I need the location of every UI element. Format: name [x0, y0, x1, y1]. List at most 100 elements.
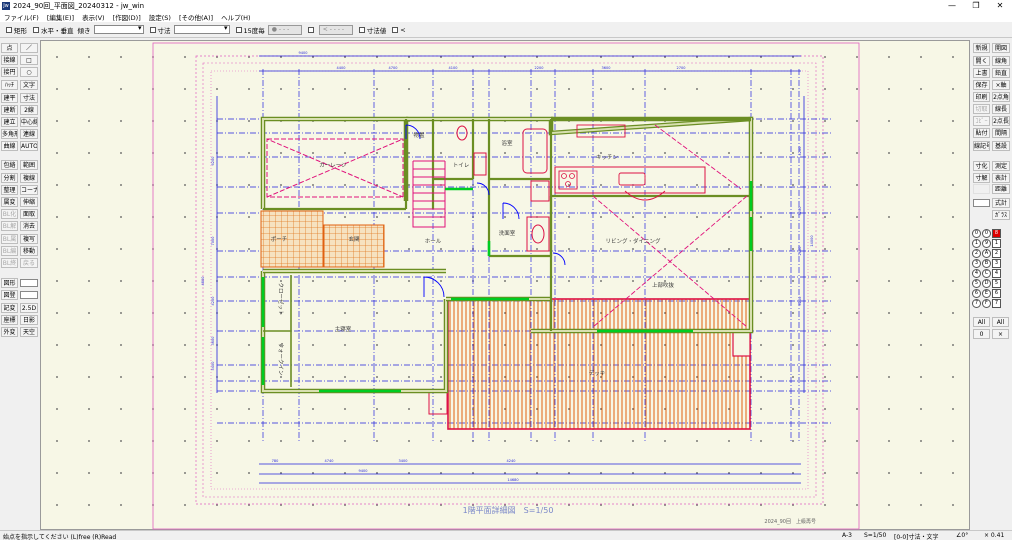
left-tool-3-a[interactable]: ﾊｯﾁ	[1, 80, 18, 90]
layer-button-7-1[interactable]: F	[982, 299, 991, 308]
left-tool-21-b[interactable]: 日影	[20, 315, 38, 325]
layer-button-3-2[interactable]: 3	[992, 259, 1001, 268]
right-tool-1-a[interactable]: 開く	[973, 56, 990, 66]
dim-checkbox[interactable]: 寸法	[149, 25, 171, 35]
left-tool-19-a[interactable]: 図登	[1, 290, 18, 300]
left-tool-8-b[interactable]: AUTO	[20, 141, 38, 151]
left-tool-5-b[interactable]: 2線	[20, 105, 38, 115]
minimize-button[interactable]: —	[940, 0, 964, 11]
left-tool-20-b[interactable]: 2.5D	[20, 303, 38, 313]
right-tool-9-a[interactable]: 寸化	[973, 161, 990, 171]
right-tool-4-b[interactable]: 2点角	[992, 92, 1010, 102]
paper-size[interactable]: A-3	[842, 532, 852, 539]
left-tool-4-a[interactable]: 建平	[1, 93, 18, 103]
left-tool-1-a[interactable]: 接線	[1, 55, 18, 65]
layer-button-6-2[interactable]: 6	[992, 289, 1001, 298]
right-tool-12-b[interactable]: 式計	[992, 198, 1010, 208]
arrow-type-button[interactable]: < - - - -	[318, 24, 353, 35]
dimval-checkbox[interactable]: 寸法値	[358, 25, 386, 35]
right-tool-3-b[interactable]: ×軸	[992, 80, 1010, 90]
left-tool-16-a[interactable]: BL編	[1, 246, 18, 256]
right-tool-11-a[interactable]	[973, 184, 990, 194]
left-tool-6-a[interactable]: 建立	[1, 117, 18, 127]
right-tool-0-a[interactable]: 新規	[973, 43, 990, 53]
left-tool-13-a[interactable]: BL化	[1, 209, 18, 219]
layer-x-button[interactable]: ×	[992, 329, 1009, 339]
left-tool-3-b[interactable]: 文字	[20, 80, 38, 90]
right-tool-1-b[interactable]: 線角	[992, 56, 1010, 66]
left-tool-15-a[interactable]: BL属	[1, 234, 18, 244]
layer-button-0-0[interactable]: 0	[972, 229, 981, 238]
menu-settings[interactable]: 設定(S)	[145, 12, 175, 22]
right-tool-7-b[interactable]: 間隔	[992, 128, 1010, 138]
layer-button-7-2[interactable]: 7	[992, 299, 1001, 308]
right-tool-8-a[interactable]: 線記号	[973, 141, 990, 151]
layer-button-5-0[interactable]: 5	[972, 279, 981, 288]
layer-button-3-1[interactable]: B	[982, 259, 991, 268]
layer-button-4-1[interactable]: C	[982, 269, 991, 278]
left-tool-17-b[interactable]: 戻る	[20, 258, 38, 268]
layer-button-7-0[interactable]: 7	[972, 299, 981, 308]
left-tool-13-b[interactable]: 面取	[20, 209, 38, 219]
slope-combo[interactable]	[93, 24, 144, 34]
left-tool-0-a[interactable]: 点	[1, 43, 18, 53]
angle-indicator[interactable]: ∠0°	[956, 532, 968, 539]
left-tool-4-b[interactable]: 寸法	[20, 93, 38, 103]
left-tool-22-a[interactable]: 外変	[1, 327, 18, 337]
layer-button-0-2[interactable]: 8	[992, 229, 1001, 238]
left-tool-10-b[interactable]: 複線	[20, 173, 38, 183]
layer-button-1-2[interactable]: 1	[992, 239, 1001, 248]
left-tool-16-b[interactable]: 移動	[20, 246, 38, 256]
left-tool-10-a[interactable]: 分割	[1, 173, 18, 183]
point-type-button[interactable]: ● - - -	[267, 24, 302, 35]
left-tool-18-a[interactable]: 図形	[1, 278, 18, 288]
right-tool-13-b[interactable]: ｶﾞﾗｽ	[992, 210, 1010, 220]
left-tool-9-b[interactable]: 範囲	[20, 160, 38, 170]
left-tool-0-b[interactable]: ／	[20, 43, 38, 53]
right-tool-6-a[interactable]: ｺﾋﾟｰ	[973, 116, 990, 126]
right-tool-3-a[interactable]: 保存	[973, 80, 990, 90]
left-tool-11-a[interactable]: 整理	[1, 185, 18, 195]
menu-edit[interactable]: [編集(E)]	[43, 12, 78, 22]
left-tool-9-a[interactable]: 包絡	[1, 160, 18, 170]
hv-checkbox[interactable]: 水平・垂直	[33, 25, 74, 35]
layer-button-2-1[interactable]: A	[982, 249, 991, 258]
layer-button-6-0[interactable]: 6	[972, 289, 981, 298]
left-tool-8-a[interactable]: 曲線	[1, 141, 18, 151]
left-tool-22-b[interactable]: 天空	[20, 327, 38, 337]
layer-all-1-button[interactable]: All	[973, 317, 990, 327]
right-tool-4-a[interactable]: 印刷	[973, 92, 990, 102]
left-tool-19-box[interactable]	[20, 291, 38, 299]
dim-combo[interactable]	[173, 24, 230, 34]
layer-indicator[interactable]: [0-0]寸法・文字	[894, 532, 938, 540]
left-tool-2-b[interactable]: ○	[20, 67, 38, 77]
left-tool-1-b[interactable]: □	[20, 55, 38, 65]
close-button[interactable]: ✕	[988, 0, 1012, 11]
deg15-checkbox[interactable]: 15度毎	[235, 25, 265, 35]
rect-checkbox[interactable]: 矩形	[6, 25, 27, 35]
layer-button-4-0[interactable]: 4	[972, 269, 981, 278]
left-tool-11-b[interactable]: コーナー	[20, 185, 38, 195]
arrow2-checkbox[interactable]: <	[392, 26, 406, 34]
right-tool-8-b[interactable]: 基設	[992, 141, 1010, 151]
scale-indicator[interactable]: S=1/50	[864, 532, 886, 539]
menu-draw[interactable]: [作図(D)]	[109, 12, 145, 22]
layer-button-3-0[interactable]: 3	[972, 259, 981, 268]
layer-button-0-1[interactable]: 0	[982, 229, 991, 238]
right-tool-9-b[interactable]: 測定	[992, 161, 1010, 171]
right-tool-11-b[interactable]: 距離	[992, 184, 1010, 194]
layer-button-2-0[interactable]: 2	[972, 249, 981, 258]
layer-button-5-1[interactable]: D	[982, 279, 991, 288]
right-tool-10-b[interactable]: 表計	[992, 173, 1010, 183]
menu-other[interactable]: [その他(A)]	[175, 12, 217, 22]
menu-view[interactable]: 表示(V)	[78, 12, 109, 22]
zoom-indicator[interactable]: × 0.41	[984, 532, 1004, 539]
left-tool-12-a[interactable]: 属変	[1, 197, 18, 207]
left-tool-14-a[interactable]: BL解	[1, 221, 18, 231]
left-tool-12-b[interactable]: 伸縮	[20, 197, 38, 207]
left-tool-17-a[interactable]: BL終	[1, 258, 18, 268]
layer-button-2-2[interactable]: 2	[992, 249, 1001, 258]
layer-button-6-1[interactable]: E	[982, 289, 991, 298]
right-tool-5-a[interactable]: 切取	[973, 104, 990, 114]
layer-button-4-2[interactable]: 4	[992, 269, 1001, 278]
